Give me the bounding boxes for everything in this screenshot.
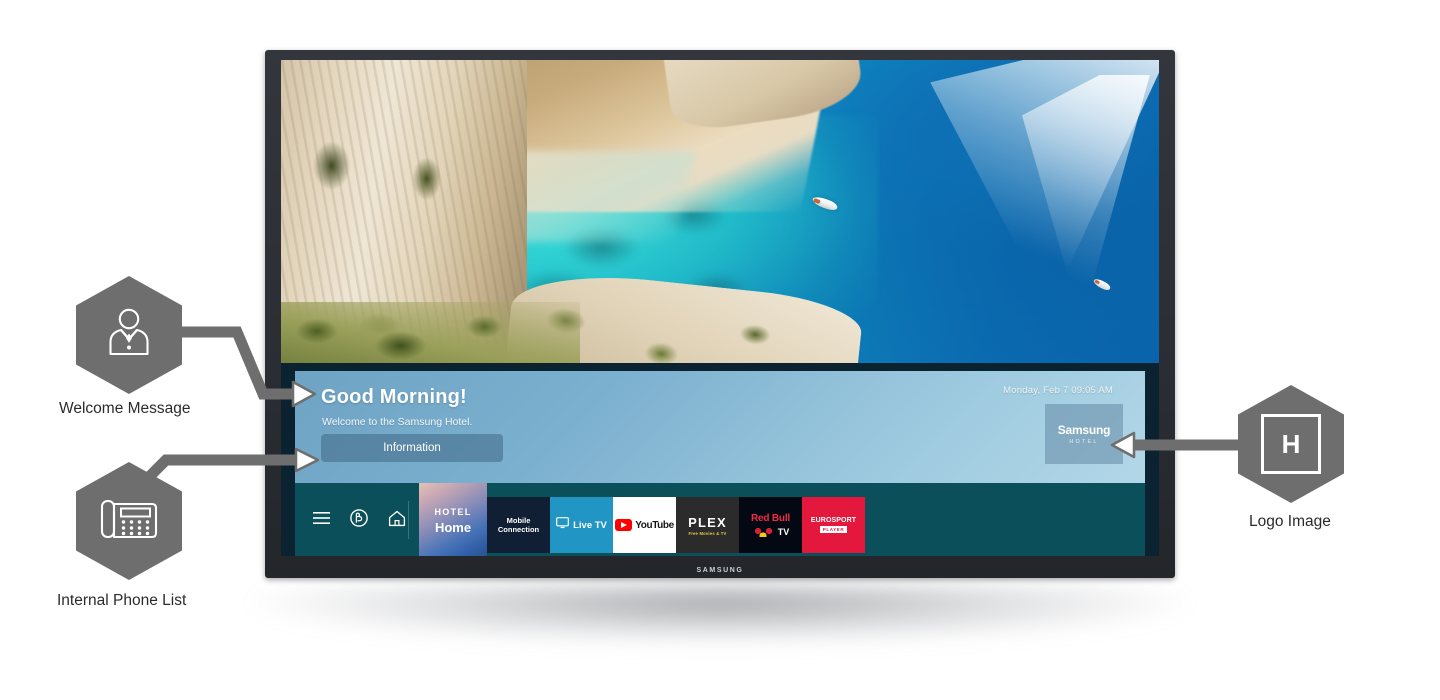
youtube-play-icon [615,519,633,531]
app-tile-eurosport[interactable]: EUROSPORT PLAYER [802,497,865,553]
annotation-label-logo-image: Logo Image [1249,513,1331,530]
plex-label: PLEX [688,514,727,530]
annotation-icon-logo-image: H [1238,385,1344,503]
hotel-logo-image: Samsung HOTEL [1045,404,1123,464]
hotel-home-screen: Good Morning! Welcome to the Samsung Hot… [281,60,1159,556]
red-bull-line2: TV [777,526,790,537]
welcome-panel: Good Morning! Welcome to the Samsung Hot… [295,371,1145,483]
home-icon[interactable] [388,510,406,527]
eurosport-label: EUROSPORT [810,517,857,524]
annotation-label-internal-phone-list: Internal Phone List [57,592,187,609]
app-tile-mobile-connection[interactable]: Mobile Connection [487,497,550,553]
live-tv-label: Live TV [573,519,607,531]
hotel-logo-main-text: Samsung [1057,423,1111,437]
plex-sublabel: Free Movies & TV [688,530,727,536]
app-tile-red-bull-tv[interactable]: Red Bull TV [739,497,802,553]
tv-display: SAMSUNG Good Morning! Welcome to the Sam… [265,50,1175,578]
mobile-connection-line1: Mobile [506,515,531,525]
concierge-icon [103,306,155,365]
red-bull-bulls-icon [751,524,776,537]
menu-icon[interactable] [313,512,330,524]
monitor-icon [556,516,569,534]
vegetation-foreground [281,302,580,363]
red-bull-line1: Red Bull [751,512,790,524]
annotation-icon-welcome-message [76,276,182,394]
desk-phone-icon [100,495,158,548]
hotel-logo-sub-text: HOTEL [1069,439,1099,445]
dock-divider [408,501,409,539]
tv-drop-shadow [250,585,1190,645]
annotation-label-welcome-message: Welcome Message [59,400,191,417]
bixby-icon[interactable] [350,509,368,527]
hotel-home-line2: Home [434,520,472,535]
datetime-display: Monday, Feb 7 09:05 AM [1003,385,1113,396]
dock-nav-icons [313,509,406,527]
screenshot-stage: SAMSUNG Good Morning! Welcome to the Sam… [0,0,1440,700]
tv-screen-area: Good Morning! Welcome to the Samsung Hot… [281,60,1159,556]
app-tile-live-tv[interactable]: Live TV [550,497,613,553]
app-tile-youtube[interactable]: YouTube [613,497,676,553]
annotation-icon-internal-phone-list [76,462,182,580]
app-tile-plex[interactable]: PLEX Free Movies & TV [676,497,739,553]
background-beach-photo [281,60,1159,363]
eurosport-sublabel: PLAYER [819,526,848,533]
app-dock: HOTEL Home Mobile Connection Live TV You… [295,483,1145,556]
hotel-home-line1: HOTEL [434,507,472,517]
welcome-subtext: Welcome to the Samsung Hotel. [322,416,473,428]
greeting-text: Good Morning! [321,386,467,408]
red-bull-logo-row: TV [751,524,790,537]
mobile-connection-line2: Connection [497,525,540,534]
app-tiles: HOTEL Home Mobile Connection Live TV You… [419,483,865,556]
tv-brand-logo: SAMSUNG [696,567,744,574]
app-tile-hotel-home[interactable]: HOTEL Home [419,483,487,556]
youtube-label: YouTube [635,519,674,531]
logo-placeholder-glyph: H [1281,428,1301,459]
information-button[interactable]: Information [321,434,503,462]
logo-placeholder-icon: H [1261,414,1321,474]
